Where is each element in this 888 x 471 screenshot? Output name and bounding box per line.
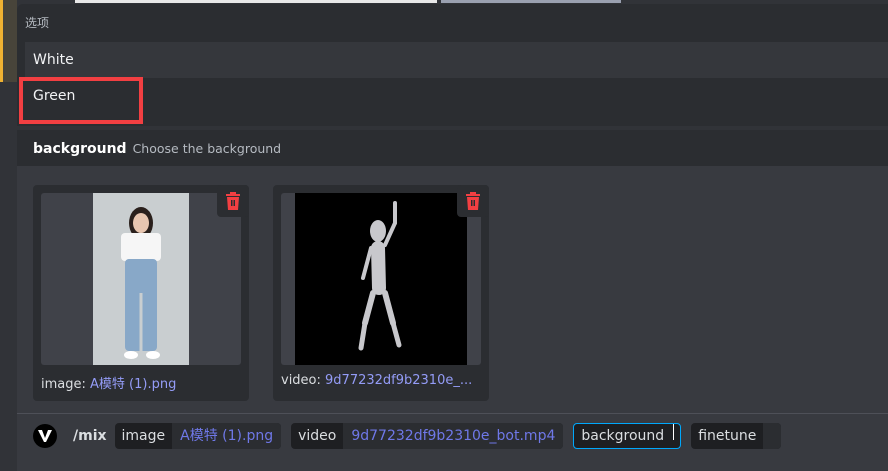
attachment-caption: video: 9d77232df9b2310e_... (281, 373, 472, 388)
command-panel: background Choose the background image: A… (17, 130, 888, 471)
param-image[interactable]: image A模特 (1).png (114, 423, 282, 449)
text-cursor (673, 424, 675, 440)
attachment-label: video: (281, 373, 321, 388)
girl-photo-thumbnail (93, 193, 189, 365)
attachment-label: image: (41, 377, 86, 392)
attachment-caption: image: A模特 (1).png (41, 373, 176, 392)
param-value (763, 423, 782, 449)
popup-title: 选项 (25, 16, 50, 30)
bot-logo-icon (33, 424, 57, 448)
highlight-box (19, 77, 143, 124)
param-finetune[interactable]: finetune (691, 423, 782, 449)
trash-icon (226, 192, 240, 210)
option-header: background Choose the background (17, 130, 888, 166)
delete-attachment-button[interactable] (457, 185, 489, 217)
option-name: background (33, 141, 127, 157)
param-key: finetune (698, 428, 757, 444)
mention-highlight-bar (0, 0, 3, 82)
mannequin-video-thumbnail (295, 193, 467, 365)
command-name: /mix (73, 428, 107, 444)
option-green[interactable]: Green (25, 78, 888, 122)
param-key: image (121, 428, 166, 444)
video-preview (281, 193, 481, 365)
trash-icon (466, 192, 480, 210)
message-image-edge (441, 0, 621, 3)
attachment-card-video: video: 9d77232df9b2310e_... (273, 185, 489, 401)
divider (17, 413, 888, 414)
param-key: video (298, 428, 337, 444)
autocomplete-popup: 选项 White Green (17, 4, 888, 126)
param-video[interactable]: video 9d77232df9b2310e_bot.mp4 (291, 423, 564, 449)
option-white[interactable]: White (25, 42, 888, 78)
image-preview (41, 193, 241, 365)
param-key: background (581, 428, 665, 444)
attachment-card-image: image: A模特 (1).png (33, 185, 249, 401)
param-value: 9d77232df9b2310e_bot.mp4 (343, 423, 564, 449)
option-description: Choose the background (132, 141, 282, 156)
param-value: A模特 (1).png (172, 423, 282, 449)
param-background[interactable]: background (573, 423, 682, 449)
attachment-filename: A模特 (1).png (90, 377, 177, 392)
message-image-edge (75, 0, 437, 3)
attachment-filename: 9d77232df9b2310e_... (325, 373, 473, 388)
command-input[interactable]: /mix image A模特 (1).png video 9d77232df9b23… (33, 423, 782, 449)
delete-attachment-button[interactable] (217, 185, 249, 217)
background-message (3, 0, 17, 82)
